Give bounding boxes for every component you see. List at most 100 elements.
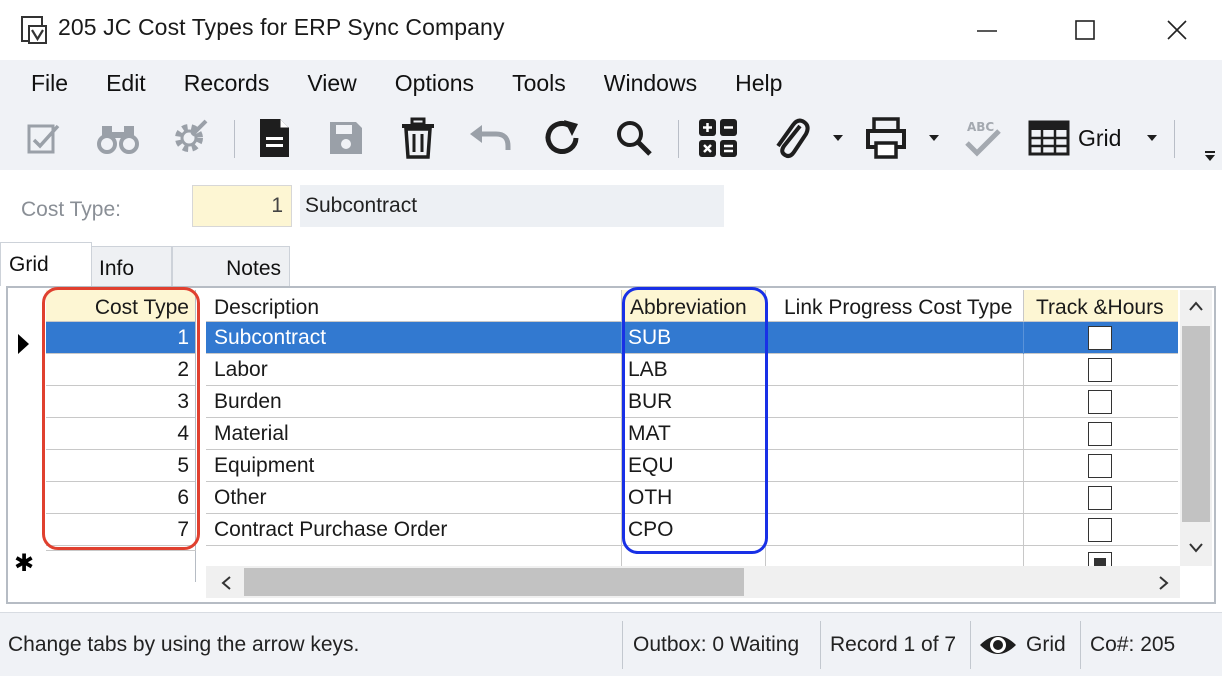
link-progress-cell[interactable]: [766, 322, 1024, 354]
tab-info[interactable]: Info: [90, 246, 172, 286]
abbreviation-cell[interactable]: CPO: [622, 514, 766, 546]
print-button[interactable]: [862, 116, 910, 160]
vertical-scroll-thumb[interactable]: [1182, 326, 1210, 522]
track-hours-column-header[interactable]: Track &Hours: [1024, 290, 1178, 322]
link-progress-cell[interactable]: [766, 354, 1024, 386]
search-button[interactable]: [612, 116, 656, 160]
track-hours-checkbox[interactable]: [1088, 454, 1112, 478]
cost-type-input[interactable]: 1: [192, 185, 292, 227]
link-progress-cell[interactable]: [766, 386, 1024, 418]
description-cell[interactable]: [206, 546, 622, 566]
link-progress-cell[interactable]: [766, 482, 1024, 514]
track-hours-checkbox[interactable]: [1088, 358, 1112, 382]
track-hours-checkbox[interactable]: [1088, 390, 1112, 414]
description-cell[interactable]: Contract Purchase Order: [206, 514, 622, 546]
new-cost-type-cell[interactable]: [46, 550, 196, 582]
abbreviation-cell[interactable]: OTH: [622, 482, 766, 514]
link-progress-column-header[interactable]: Link Progress Cost Type: [766, 290, 1024, 322]
tab-grid[interactable]: Grid: [0, 242, 92, 286]
new-row-checkbox[interactable]: [1088, 552, 1112, 566]
table-row[interactable]: Subcontract SUB: [206, 322, 1178, 354]
menu-file[interactable]: File: [12, 70, 87, 97]
link-progress-cell[interactable]: [766, 546, 1024, 566]
table-row[interactable]: Equipment EQU: [206, 450, 1178, 482]
link-progress-cell[interactable]: [766, 514, 1024, 546]
menu-bar: File Edit Records View Options Tools Win…: [0, 60, 1222, 106]
attachment-button[interactable]: [766, 116, 814, 160]
new-table-row[interactable]: [206, 546, 1178, 566]
abbreviation-cell[interactable]: LAB: [622, 354, 766, 386]
abbreviation-cell[interactable]: [622, 546, 766, 566]
menu-records[interactable]: Records: [165, 70, 289, 97]
cost-type-cell[interactable]: 1: [46, 322, 195, 354]
horizontal-scrollbar[interactable]: [206, 566, 1180, 598]
track-hours-checkbox[interactable]: [1088, 518, 1112, 542]
abbreviation-cell[interactable]: SUB: [622, 322, 766, 354]
table-row[interactable]: Labor LAB: [206, 354, 1178, 386]
close-button[interactable]: [1152, 12, 1202, 48]
cost-type-cell[interactable]: 3: [46, 386, 195, 418]
description-cell[interactable]: Other: [206, 482, 622, 514]
table-row[interactable]: Contract Purchase Order CPO: [206, 514, 1178, 546]
menu-windows[interactable]: Windows: [585, 70, 716, 97]
track-hours-checkbox[interactable]: [1088, 422, 1112, 446]
table-row[interactable]: Material MAT: [206, 418, 1178, 450]
status-outbox[interactable]: Outbox: 0 Waiting: [633, 633, 799, 657]
horizontal-scroll-thumb[interactable]: [244, 568, 744, 596]
maximize-button[interactable]: [1060, 12, 1110, 48]
cost-type-column-header[interactable]: Cost Type: [46, 290, 195, 322]
vertical-scrollbar[interactable]: [1180, 290, 1212, 566]
view-mode-dropdown[interactable]: [1140, 116, 1164, 160]
status-view-mode[interactable]: Grid: [1026, 633, 1066, 657]
calculator-button[interactable]: [694, 116, 742, 160]
description-cell[interactable]: Labor: [206, 354, 622, 386]
cost-type-description: Subcontract: [300, 185, 724, 227]
edit-check-button[interactable]: [22, 116, 66, 160]
link-progress-cell[interactable]: [766, 418, 1024, 450]
track-hours-checkbox[interactable]: [1088, 486, 1112, 510]
new-record-button[interactable]: [252, 116, 296, 160]
tab-notes[interactable]: Notes: [172, 246, 290, 286]
toolbar-overflow-button[interactable]: [1200, 146, 1220, 166]
undo-button[interactable]: [466, 116, 514, 160]
scroll-down-icon[interactable]: [1188, 542, 1204, 554]
spellcheck-button[interactable]: ABC: [958, 116, 1006, 160]
cost-type-cell[interactable]: 6: [46, 482, 195, 514]
cost-type-cell[interactable]: 4: [46, 418, 195, 450]
description-cell[interactable]: Equipment: [206, 450, 622, 482]
edit-check-icon: [27, 124, 60, 154]
track-hours-checkbox[interactable]: [1088, 326, 1112, 350]
description-column-header[interactable]: Description: [206, 290, 622, 322]
description-cell[interactable]: Subcontract: [206, 322, 622, 354]
menu-options[interactable]: Options: [376, 70, 493, 97]
attachment-dropdown[interactable]: [826, 116, 850, 160]
settings-button[interactable]: [166, 116, 212, 160]
delete-button[interactable]: [396, 116, 440, 160]
menu-tools[interactable]: Tools: [493, 70, 585, 97]
table-row[interactable]: Burden BUR: [206, 386, 1178, 418]
description-cell[interactable]: Burden: [206, 386, 622, 418]
abbreviation-cell[interactable]: EQU: [622, 450, 766, 482]
save-button[interactable]: [324, 116, 368, 160]
cost-type-cell[interactable]: 5: [46, 450, 195, 482]
cost-type-column: Cost Type 1 2 3 4 5 6 7: [46, 290, 196, 582]
link-progress-cell[interactable]: [766, 450, 1024, 482]
menu-edit[interactable]: Edit: [87, 70, 165, 97]
description-cell[interactable]: Material: [206, 418, 622, 450]
menu-view[interactable]: View: [288, 70, 375, 97]
abbreviation-cell[interactable]: MAT: [622, 418, 766, 450]
print-dropdown[interactable]: [922, 116, 946, 160]
table-row[interactable]: Other OTH: [206, 482, 1178, 514]
find-button[interactable]: [94, 116, 142, 160]
view-mode-button[interactable]: Grid: [1028, 116, 1128, 160]
scroll-right-icon[interactable]: [1158, 575, 1170, 591]
scroll-up-icon[interactable]: [1188, 300, 1204, 312]
minimize-button[interactable]: [962, 12, 1012, 48]
cost-type-cell[interactable]: 2: [46, 354, 195, 386]
cost-type-cell[interactable]: 7: [46, 514, 195, 546]
abbreviation-column-header[interactable]: Abbreviation: [622, 290, 766, 322]
menu-help[interactable]: Help: [716, 70, 801, 97]
refresh-button[interactable]: [540, 116, 584, 160]
scroll-left-icon[interactable]: [220, 575, 232, 591]
abbreviation-cell[interactable]: BUR: [622, 386, 766, 418]
